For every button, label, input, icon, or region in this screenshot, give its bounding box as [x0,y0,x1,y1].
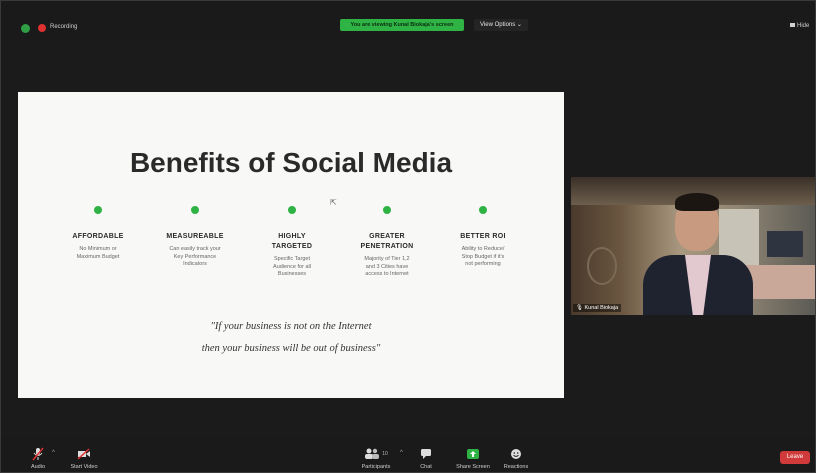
slide-title: Benefits of Social Media [129,147,453,178]
security-shield-icon[interactable] [21,24,30,33]
benefit-description: Ability to Reduce/ Stop Budget if it's n… [461,246,505,267]
bullet-dot-icon [94,206,102,214]
hide-icon [790,23,795,28]
chat-label: Chat [420,464,432,470]
video-tv [767,231,803,257]
share-screen-icon [467,449,479,459]
video-lamp [587,247,617,285]
bullet-dot-icon [191,206,199,214]
chat-button[interactable]: Chat [401,447,451,470]
meeting-top-bar: Recording You are viewing Kunal Biokaja'… [0,0,816,40]
participants-label: Participants [361,464,391,470]
video-sofa [746,265,815,299]
participant-hair [675,193,719,211]
benefit-highly-targeted: HIGHLY TARGETED Specific Target Audience… [242,206,342,279]
benefit-greater-penetration: GREATER PENETRATION Majority of Tier 1,2… [337,206,437,279]
bullet-dot-icon [383,206,391,214]
participant-name: Kunal Biokaja [584,305,619,311]
audio-button[interactable]: Audio [13,447,63,470]
microphone-muted-icon [32,447,44,461]
reactions-button[interactable]: Reactions [491,447,541,470]
participants-count: 10 [382,451,388,457]
participants-icon [365,448,380,459]
benefit-title: AFFORDABLE [72,233,124,240]
benefit-title: GREATER PENETRATION [360,233,414,250]
benefit-title: HIGHLY TARGETED [271,233,313,250]
recording-icon [38,24,46,32]
participant-video-tile[interactable]: 🎙︎ Kunal Biokaja [571,177,815,315]
audio-options-chevron-icon[interactable]: ^ [52,450,55,456]
benefit-affordable: AFFORDABLE No Minimum or Maximum Budget [48,206,148,261]
quote-line-1: "If your business is not on the Internet [210,321,372,332]
view-options-button[interactable]: View Options ⌄ [474,19,528,31]
participants-button[interactable]: 10 Participants [351,447,401,470]
bullet-dot-icon [479,206,487,214]
benefit-description: Majority of Tier 1,2 and 3 Cities have a… [364,256,410,277]
hide-button[interactable]: Hide [790,23,809,29]
recording-label: Recording [50,24,78,30]
benefit-title: BETTER ROI [460,233,506,240]
mic-muted-icon: 🎙︎ [576,305,585,311]
start-video-label: Start Video [70,464,98,470]
benefit-better-roi: BETTER ROI Ability to Reduce/ Stop Budge… [433,206,533,269]
participant-name-tag: 🎙︎ Kunal Biokaja [573,304,622,312]
screen-share-banner: You are viewing Kunal Biokaja's screen [340,19,464,31]
start-video-button[interactable]: Start Video [59,447,109,470]
video-off-icon [77,448,90,460]
benefit-description: Can easily track your Key Performance In… [169,246,221,267]
leave-button[interactable]: Leave [780,451,810,464]
chat-icon [421,449,431,459]
reactions-label: Reactions [503,464,529,470]
audio-label: Audio [30,464,46,470]
bullet-dot-icon [288,206,296,214]
benefit-title: MEASUREABLE [166,233,224,240]
shared-screen-slide: Benefits of Social Media ⇱ AFFORDABLE No… [18,92,564,398]
benefit-description: Specific Target Audience for all Busines… [273,256,311,277]
benefit-measureable: MEASUREABLE Can easily track your Key Pe… [145,206,245,269]
hide-label: Hide [797,23,810,29]
quote-line-2: then your business will be out of busine… [201,343,381,354]
reactions-smiley-icon [511,449,521,459]
benefit-description: No Minimum or Maximum Budget [76,246,120,260]
